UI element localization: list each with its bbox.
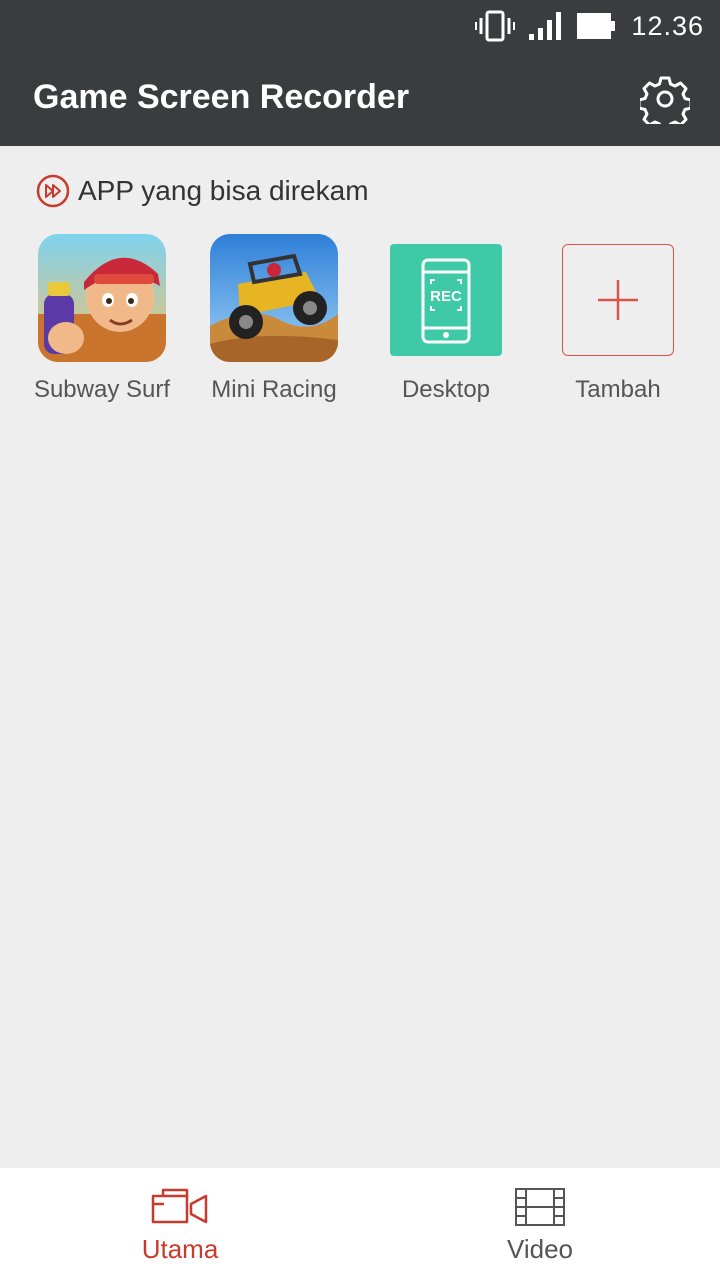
subway-surf-icon[interactable] [38, 234, 166, 362]
app-label: Mini Racing [211, 376, 337, 403]
app-title: Game Screen Recorder [33, 78, 410, 116]
app-item-add[interactable]: Tambah [532, 234, 704, 414]
tab-utama[interactable]: Utama [0, 1168, 360, 1280]
status-time: 12.36 [631, 10, 704, 41]
app-label: Tambah [575, 376, 661, 403]
settings-button[interactable] [637, 74, 693, 132]
status-bar: 12.36 [0, 0, 720, 52]
recordable-apps-header: APP yang bisa direkam [36, 172, 369, 210]
bottom-nav: Utama Video [0, 1168, 720, 1280]
app-item-subway-surf[interactable]: Subway Surf [16, 234, 188, 414]
app-bar: Game Screen Recorder [0, 52, 720, 146]
film-icon [515, 1188, 565, 1226]
recorder-icon [151, 1188, 208, 1224]
gear-icon[interactable] [637, 74, 693, 132]
tab-label: Utama [141, 1234, 219, 1264]
mini-racing-icon[interactable] [210, 234, 338, 362]
tab-label: Video [506, 1234, 574, 1264]
signal-icon [529, 12, 562, 40]
app-item-mini-racing[interactable]: Mini Racing [188, 234, 360, 414]
battery-icon [577, 13, 616, 39]
rec-phone-icon[interactable]: REC [390, 244, 502, 356]
app-item-desktop[interactable]: REC Desktop [360, 234, 532, 414]
section-title: APP yang bisa direkam [78, 175, 369, 206]
app-label: Subway Surf [33, 376, 171, 403]
tab-video[interactable]: Video [360, 1168, 720, 1280]
app-label: Desktop [401, 376, 491, 403]
fast-forward-circle-icon [36, 174, 70, 208]
rec-label: REC [430, 288, 462, 305]
vibrate-icon [475, 10, 516, 42]
add-app-button[interactable] [562, 244, 674, 356]
plus-icon [598, 280, 638, 320]
